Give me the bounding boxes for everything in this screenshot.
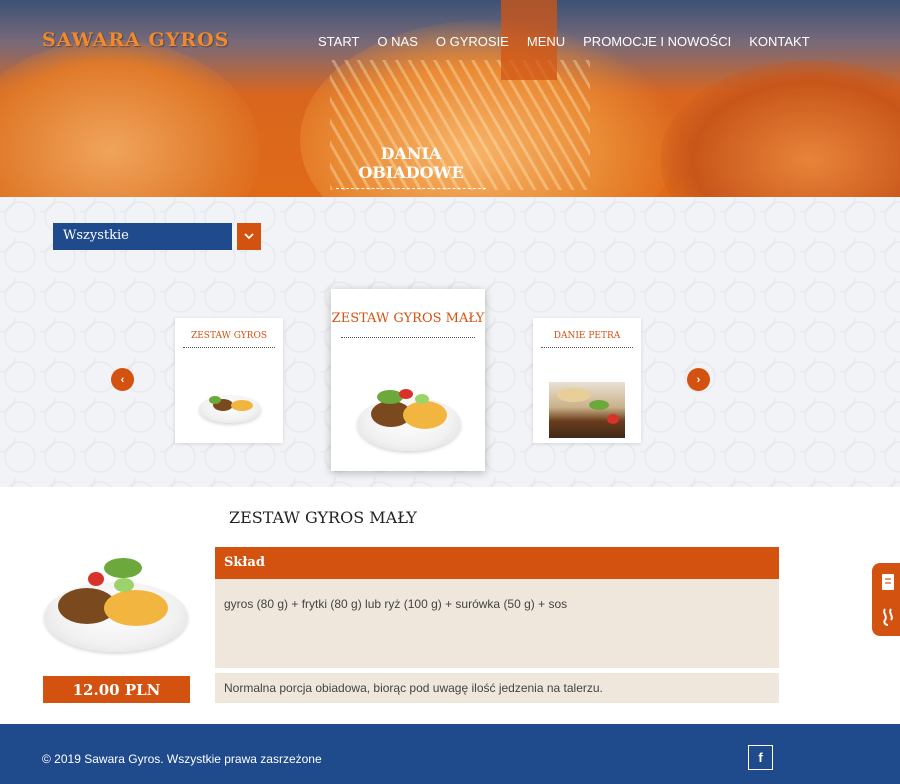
chevron-down-icon: [244, 233, 254, 240]
nav-item-start[interactable]: START: [309, 32, 368, 51]
site-logo[interactable]: SAWARA GYROS: [42, 29, 229, 51]
main-nav: START O NAS O GYROSIE MENU PROMOCJE I NO…: [309, 32, 819, 51]
chevron-right-icon: ›: [696, 373, 701, 386]
dish-price: 12.00 PLN: [43, 676, 190, 703]
nav-item-o-nas[interactable]: O NAS: [368, 32, 426, 51]
carousel-item-title: DANIE PETRA: [553, 331, 621, 341]
facebook-link[interactable]: f: [748, 745, 773, 770]
carousel-next-button[interactable]: ›: [687, 368, 710, 391]
nav-item-kontakt[interactable]: KONTAKT: [740, 32, 818, 51]
ingredients-text: gyros (80 g) + frytki (80 g) lub ryż (10…: [215, 579, 779, 668]
carousel-item-title: ZESTAW GYROS MAŁY: [331, 311, 485, 326]
carousel-item-title: ZESTAW GYROS: [190, 331, 268, 341]
dish-title: ZESTAW GYROS MAŁY: [229, 508, 417, 527]
menu-card-icon[interactable]: [881, 573, 895, 593]
nav-item-promocje[interactable]: PROMOCJE I NOWOŚCI: [574, 32, 740, 51]
facebook-icon: f: [758, 750, 763, 765]
dish-description: Normalna porcja obiadowa, biorąc pod uwa…: [215, 673, 779, 703]
copyright-rights: Wszystkie prawa zasrzeżone: [166, 752, 322, 766]
page-title: DANIA OBIADOWE: [336, 144, 486, 189]
side-quick-links[interactable]: [872, 563, 900, 636]
food-icon[interactable]: [881, 607, 895, 627]
copyright-year: © 2019: [42, 752, 81, 766]
divider: [541, 347, 633, 348]
divider: [341, 337, 475, 338]
carousel-item-danie-petra[interactable]: DANIE PETRA: [533, 318, 641, 443]
dish-image: [549, 382, 625, 438]
chevron-left-icon: ‹: [120, 373, 125, 386]
carousel-item-zestaw-gyros-maly[interactable]: ZESTAW GYROS MAŁY: [331, 289, 485, 471]
nav-item-o-gyrosie[interactable]: O GYROSIE: [427, 32, 518, 51]
ingredients-heading: Skład: [215, 547, 779, 579]
divider: [183, 347, 275, 348]
hero-banner: SAWARA GYROS START O NAS O GYROSIE MENU …: [0, 0, 900, 197]
category-select-toggle[interactable]: [237, 223, 261, 250]
hero-food-image: [660, 60, 900, 197]
copyright: © 2019 Sawara Gyros. Wszystkie prawa zas…: [42, 752, 322, 766]
nav-item-menu[interactable]: MENU: [518, 32, 574, 51]
carousel-prev-button[interactable]: ‹: [111, 368, 134, 391]
carousel-item-zestaw-gyros[interactable]: ZESTAW GYROS: [175, 318, 283, 443]
hero-food-image: [0, 40, 260, 197]
category-select[interactable]: Wszystkie: [53, 223, 232, 250]
copyright-brand[interactable]: Sawara Gyros.: [84, 752, 163, 766]
